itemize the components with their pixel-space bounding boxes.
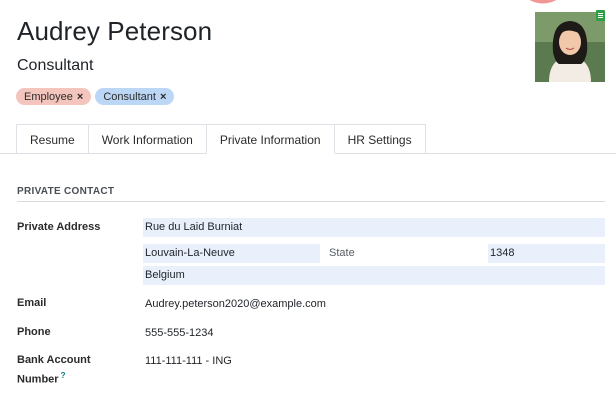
status-icon <box>596 10 605 21</box>
notebook-tabs: Resume Work Information Private Informat… <box>16 124 426 154</box>
phone-label: Phone <box>17 326 51 338</box>
tag-employee[interactable]: Employee × <box>16 88 92 105</box>
help-icon[interactable]: ? <box>61 371 66 380</box>
tags-list: Employee × Consultant × <box>16 88 175 105</box>
avatar[interactable] <box>535 12 605 82</box>
section-title-private-contact: PRIVATE CONTACT <box>17 186 115 197</box>
street-field[interactable]: Rue du Laid Burniat <box>143 218 605 237</box>
zip-field[interactable]: 1348 <box>488 244 605 263</box>
state-field[interactable]: State <box>329 244 355 263</box>
bank-account-field[interactable]: 111-111-111 - ING <box>145 353 232 369</box>
email-field[interactable]: Audrey.peterson2020@example.com <box>145 296 326 312</box>
employee-name[interactable]: Audrey Peterson <box>17 16 212 47</box>
tab-private-information[interactable]: Private Information <box>205 124 335 154</box>
job-title[interactable]: Consultant <box>17 57 94 75</box>
tag-label: Consultant <box>103 90 156 103</box>
section-divider <box>17 201 605 202</box>
bank-label-line1: Bank Account <box>17 354 91 366</box>
tab-work-information[interactable]: Work Information <box>87 124 207 154</box>
country-field[interactable]: Belgium <box>143 266 605 285</box>
bank-account-label: Bank Account Number? <box>17 352 91 388</box>
email-label: Email <box>17 297 47 309</box>
tag-remove-icon[interactable]: × <box>160 91 166 103</box>
tag-consultant[interactable]: Consultant × <box>95 88 175 105</box>
private-address-label: Private Address <box>17 221 101 233</box>
tag-remove-icon[interactable]: × <box>77 91 83 103</box>
tab-resume[interactable]: Resume <box>16 124 89 154</box>
tag-label: Employee <box>24 90 73 103</box>
bank-label-line2: Number <box>17 373 59 386</box>
city-field[interactable]: Louvain-La-Neuve <box>143 244 320 263</box>
tab-hr-settings[interactable]: HR Settings <box>333 124 426 154</box>
phone-field[interactable]: 555-555-1234 <box>145 325 214 341</box>
